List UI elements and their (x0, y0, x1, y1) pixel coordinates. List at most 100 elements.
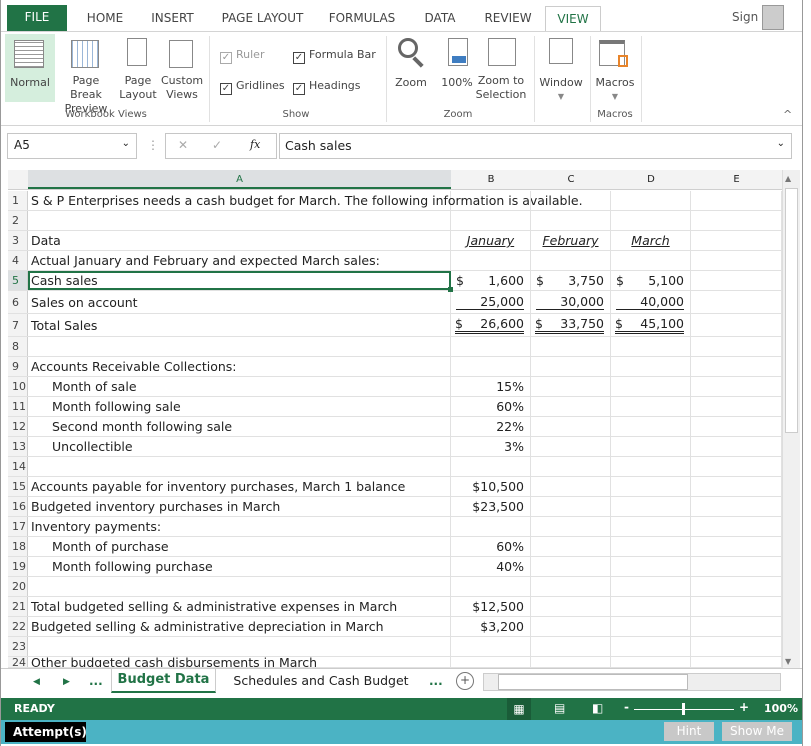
cell-a6[interactable]: Sales on account (28, 291, 451, 313)
col-header-b[interactable]: B (451, 174, 531, 185)
formula-bar-checkbox[interactable]: ✓ Formula Bar (293, 48, 376, 64)
cell-b19[interactable]: 40% (451, 557, 531, 576)
cell-d20[interactable] (611, 577, 691, 596)
cancel-icon[interactable]: ✕ (178, 138, 188, 152)
cell-e1[interactable] (691, 191, 782, 210)
row-header[interactable]: 10 (8, 377, 28, 396)
cell-c1[interactable] (531, 191, 611, 210)
row-header[interactable]: 16 (8, 497, 28, 516)
zoom-in-button[interactable]: + (739, 700, 749, 714)
cell-a4[interactable]: Actual January and February and expected… (28, 251, 451, 270)
cell-a7[interactable]: Total Sales (28, 314, 451, 336)
cell-e3[interactable] (691, 231, 782, 250)
scroll-down-icon[interactable]: ▼ (785, 657, 791, 666)
name-box[interactable]: A5 ⌄ (7, 133, 137, 159)
cell-b14[interactable] (451, 457, 531, 476)
row-header[interactable]: 9 (8, 357, 28, 376)
cell-a22[interactable]: Budgeted selling & administrative deprec… (28, 617, 451, 636)
cell-e20[interactable] (691, 577, 782, 596)
cell-d23[interactable] (611, 637, 691, 656)
cell-b24[interactable] (451, 657, 531, 667)
page-break-view-icon[interactable]: ◧ (592, 701, 603, 715)
more-sheets-left[interactable]: ... (89, 674, 103, 688)
cell-c23[interactable] (531, 637, 611, 656)
cell-d12[interactable] (611, 417, 691, 436)
cell-a15[interactable]: Accounts payable for inventory purchases… (28, 477, 451, 496)
cell-a14[interactable] (28, 457, 451, 476)
cell-b10[interactable]: 15% (451, 377, 531, 396)
row-header[interactable]: 3 (8, 231, 28, 250)
more-sheets-right[interactable]: ... (429, 674, 443, 688)
cell-b8[interactable] (451, 337, 531, 356)
cell-a17[interactable]: Inventory payments: (28, 517, 451, 536)
tab-file[interactable]: FILE (7, 5, 67, 31)
cell-e11[interactable] (691, 397, 782, 416)
cell-d14[interactable] (611, 457, 691, 476)
col-header-d[interactable]: D (611, 174, 691, 185)
row-header[interactable]: 7 (8, 314, 28, 336)
headings-checkbox[interactable]: ✓ Headings (293, 79, 361, 95)
cell-e21[interactable] (691, 597, 782, 616)
cell-d1[interactable] (611, 191, 691, 210)
macros-button[interactable]: Macros ▼ (592, 76, 638, 104)
sheet-tab-schedules[interactable]: Schedules and Cash Budget (226, 669, 416, 693)
cell-c4[interactable] (531, 251, 611, 270)
cell-d2[interactable] (611, 211, 691, 230)
tab-review[interactable]: REVIEW (478, 6, 538, 32)
cell-b5[interactable]: $1,600 (451, 271, 531, 290)
row-header[interactable]: 19 (8, 557, 28, 576)
cell-a18[interactable]: Month of purchase (28, 537, 451, 556)
sheet-tab-budget-data[interactable]: Budget Data (111, 669, 216, 693)
cell-e14[interactable] (691, 457, 782, 476)
cell-c5[interactable]: $3,750 (531, 271, 611, 290)
cell-b4[interactable] (451, 251, 531, 270)
cell-c11[interactable] (531, 397, 611, 416)
cell-a2[interactable] (28, 211, 451, 230)
row-header[interactable]: 13 (8, 437, 28, 456)
tab-page-layout[interactable]: PAGE LAYOUT (215, 6, 310, 32)
scroll-up-icon[interactable]: ▲ (785, 174, 791, 183)
prev-sheet-icon[interactable]: ◀ (33, 677, 40, 687)
cell-a3[interactable]: Data (28, 231, 451, 250)
cell-d18[interactable] (611, 537, 691, 556)
row-header[interactable]: 22 (8, 617, 28, 636)
cell-e13[interactable] (691, 437, 782, 456)
tab-data[interactable]: DATA (415, 6, 465, 32)
cell-d4[interactable] (611, 251, 691, 270)
zoom-out-button[interactable]: - (624, 700, 629, 714)
next-sheet-icon[interactable]: ▶ (63, 677, 70, 687)
zoom-button[interactable]: Zoom (393, 76, 429, 90)
user-avatar-icon[interactable] (762, 5, 784, 30)
normal-view-button[interactable]: Normal (5, 34, 55, 102)
cell-d10[interactable] (611, 377, 691, 396)
zoom-slider-handle[interactable] (682, 703, 685, 715)
cell-e12[interactable] (691, 417, 782, 436)
cell-b18[interactable]: 60% (451, 537, 531, 556)
row-header[interactable]: 11 (8, 397, 28, 416)
row-header[interactable]: 5 (8, 271, 28, 290)
cell-c14[interactable] (531, 457, 611, 476)
cell-c12[interactable] (531, 417, 611, 436)
h-scroll-thumb[interactable] (498, 674, 688, 690)
tab-view[interactable]: VIEW (545, 6, 601, 32)
row-header[interactable]: 15 (8, 477, 28, 496)
ruler-checkbox[interactable]: ✓ Ruler (220, 48, 264, 64)
chevron-down-icon[interactable]: ⌄ (777, 138, 785, 149)
formula-input[interactable]: Cash sales ⌄ (279, 133, 792, 159)
cell-e22[interactable] (691, 617, 782, 636)
cell-b23[interactable] (451, 637, 531, 656)
cell-e24[interactable] (691, 657, 782, 667)
row-header[interactable]: 17 (8, 517, 28, 536)
cell-b16[interactable]: $23,500 (451, 497, 531, 516)
cell-e23[interactable] (691, 637, 782, 656)
cell-c16[interactable] (531, 497, 611, 516)
row-header[interactable]: 14 (8, 457, 28, 476)
cell-a8[interactable] (28, 337, 451, 356)
row-header[interactable]: 8 (8, 337, 28, 356)
cell-c2[interactable] (531, 211, 611, 230)
row-header[interactable]: 4 (8, 251, 28, 270)
cell-b3[interactable]: January (451, 231, 531, 250)
tab-insert[interactable]: INSERT (145, 6, 200, 32)
cell-e18[interactable] (691, 537, 782, 556)
cell-e5[interactable] (691, 271, 782, 290)
